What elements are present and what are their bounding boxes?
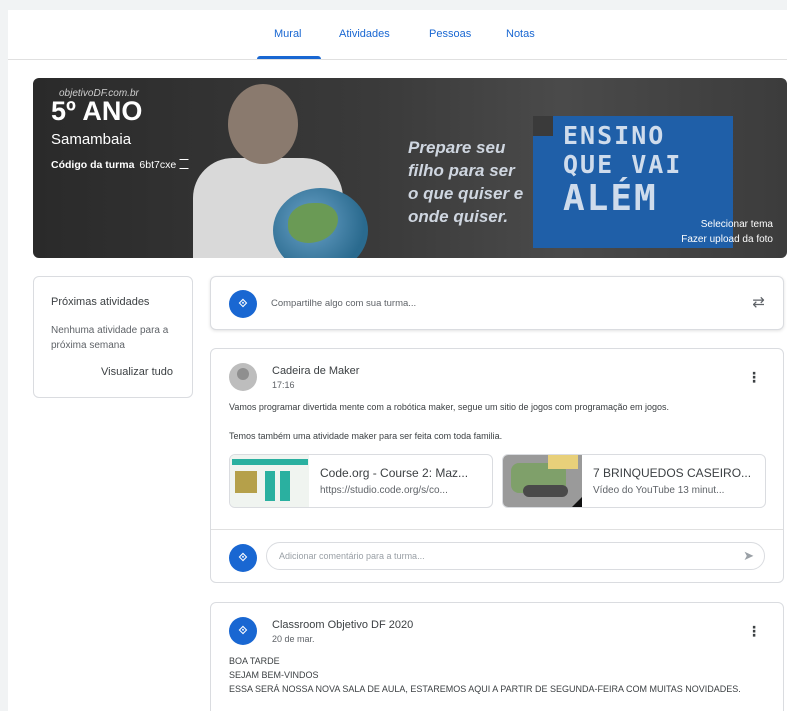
attachment-title: Code.org - Course 2: Maz... [320, 466, 469, 480]
video-thumbnail [503, 455, 582, 507]
class-code-value: 6bt7cxe [139, 159, 177, 171]
attachment-video[interactable]: 7 BRINQUEDOS CASEIRO... Vídeo do YouTube… [502, 454, 766, 508]
active-tab-indicator [257, 56, 321, 59]
attachment-link[interactable]: Code.org - Course 2: Maz... https://stud… [229, 454, 493, 508]
class-section: Samambaia [51, 131, 132, 148]
class-avatar-icon: ⟐ [229, 290, 257, 318]
slogan-line: o que quiser e [408, 184, 524, 203]
user-avatar [229, 363, 257, 391]
brand-line: ALÉM [563, 178, 658, 219]
stream-post: ⟐ Classroom Objetivo DF 2020 20 de mar. … [210, 602, 784, 711]
post-text: ESSA SERÁ NOSSA NOVA SALA DE AULA, ESTAR… [229, 684, 741, 694]
upcoming-empty-text: Nenhuma atividade para a próxima semana [51, 325, 169, 351]
comment-placeholder: Adicionar comentário para a turma... [279, 551, 425, 561]
share-box[interactable]: ⟐ Compartilhe algo com sua turma... ⇄ [210, 276, 784, 330]
upcoming-title: Próximas atividades [51, 296, 150, 308]
post-divider [211, 529, 783, 530]
slogan-line: onde quiser. [408, 207, 509, 226]
repost-icon[interactable]: ⇄ [752, 293, 765, 311]
post-text: Vamos programar divertida mente com a ro… [229, 402, 670, 412]
upcoming-activities-card: Próximas atividades Nenhuma atividade pa… [33, 276, 193, 398]
comment-input[interactable]: Adicionar comentário para a turma... ➤ [266, 542, 765, 570]
class-avatar-icon: ⟐ [229, 544, 257, 572]
post-author: Classroom Objetivo DF 2020 [272, 619, 414, 631]
attachment-thumbnail [230, 455, 309, 507]
stream-post: Cadeira de Maker 17:16 ⋮ Vamos programar… [210, 348, 784, 583]
banner-slogan: Prepare seu filho para ser o que quiser … [408, 136, 523, 228]
select-theme-link[interactable]: Selecionar tema [701, 219, 773, 230]
top-tab-bar: Mural Atividades Pessoas Notas [8, 10, 787, 60]
post-time: 17:16 [272, 380, 295, 390]
tab-pessoas[interactable]: Pessoas [429, 28, 471, 40]
class-code-label: Código da turma [51, 159, 135, 171]
classroom-stream-page: Mural Atividades Pessoas Notas objetivoD… [8, 10, 787, 711]
brand-line: ENSINO [563, 121, 666, 150]
post-author: Cadeira de Maker [272, 365, 360, 377]
class-title: 5º ANO [51, 96, 143, 126]
attachment-title: 7 BRINQUEDOS CASEIRO... [593, 466, 752, 480]
brand-notch [533, 116, 553, 136]
tab-notas[interactable]: Notas [506, 28, 535, 40]
slogan-line: Prepare seu [408, 138, 506, 157]
post-text: SEJAM BEM-VINDOS [229, 670, 319, 680]
slogan-line: filho para ser [408, 161, 515, 180]
attachment-subtitle: https://studio.code.org/s/co... [320, 485, 448, 496]
class-banner: objetivoDF.com.br 5º ANO Samambaia Códig… [33, 78, 787, 258]
more-options-icon[interactable]: ⋮ [747, 623, 761, 640]
post-text: Temos também uma atividade maker para se… [229, 431, 503, 441]
send-icon[interactable]: ➤ [743, 548, 754, 564]
more-options-icon[interactable]: ⋮ [747, 369, 761, 386]
class-code: Código da turma 6bt7cxe [51, 159, 190, 171]
post-time: 20 de mar. [272, 634, 315, 644]
upload-photo-link[interactable]: Fazer upload da foto [681, 234, 773, 245]
share-placeholder[interactable]: Compartilhe algo com sua turma... [271, 298, 416, 309]
attachment-subtitle: Vídeo do YouTube 13 minut... [593, 485, 725, 496]
post-text: BOA TARDE [229, 656, 280, 666]
tab-mural[interactable]: Mural [274, 28, 302, 40]
brand-line: QUE VAI [563, 150, 683, 179]
tab-atividades[interactable]: Atividades [339, 28, 390, 40]
banner-student-head [228, 84, 298, 164]
class-avatar-icon: ⟐ [229, 617, 257, 645]
fullscreen-code-icon[interactable] [179, 159, 190, 169]
view-all-button[interactable]: Visualizar tudo [101, 366, 173, 378]
